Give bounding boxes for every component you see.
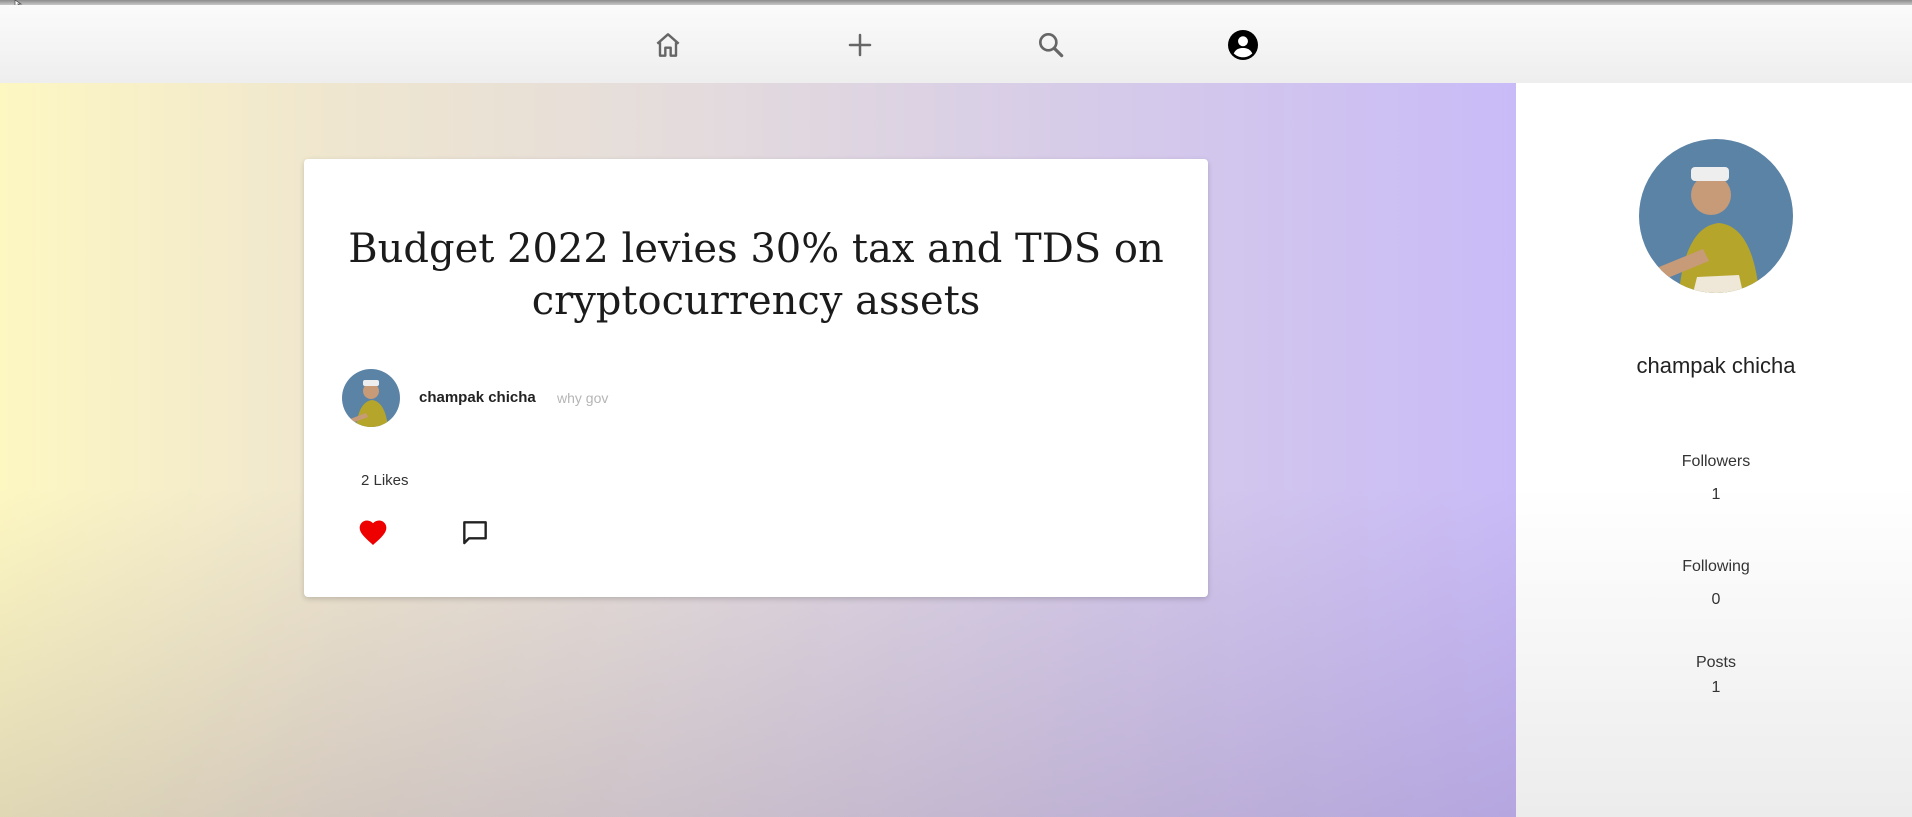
person-photo-icon: [342, 369, 400, 427]
home-nav-button[interactable]: [650, 27, 686, 63]
profile-avatar[interactable]: [1639, 139, 1793, 293]
comment-button[interactable]: [459, 517, 491, 549]
post-title: Budget 2022 levies 30% tax and TDS on cr…: [348, 226, 1164, 324]
followers-label[interactable]: Followers: [1516, 453, 1912, 471]
search-icon: [1039, 32, 1064, 58]
posts-label: Posts: [1695, 654, 1736, 671]
like-button[interactable]: [357, 517, 389, 549]
post-description: why gov: [557, 390, 609, 406]
create-post-nav-button[interactable]: [842, 27, 878, 63]
home-icon: [656, 33, 680, 57]
person-photo-icon: [1639, 139, 1793, 293]
posts-count: 1: [1711, 679, 1721, 696]
post-card[interactable]: Budget 2022 levies 30% tax and TDS on cr…: [304, 159, 1208, 597]
top-navbar: [0, 5, 1912, 83]
account-circle-icon: [1228, 30, 1258, 60]
profile-name: champak chicha: [1636, 353, 1796, 378]
following-label[interactable]: Following: [1516, 558, 1912, 576]
plus-icon: [848, 33, 872, 57]
feed-area: Budget 2022 levies 30% tax and TDS on cr…: [0, 83, 1516, 817]
followers-count[interactable]: 1: [1516, 486, 1912, 504]
post-author-name[interactable]: champak chicha: [419, 389, 536, 406]
author-avatar[interactable]: [342, 369, 400, 427]
profile-nav-button[interactable]: [1225, 27, 1261, 63]
profile-sidebar: champak chicha Followers 1 Following 0 P…: [1516, 83, 1912, 817]
heart-icon: [359, 520, 387, 545]
comment-icon: [463, 521, 487, 545]
following-count[interactable]: 0: [1516, 591, 1912, 609]
search-nav-button[interactable]: [1033, 27, 1069, 63]
likes-count: 2 Likes: [361, 472, 409, 489]
